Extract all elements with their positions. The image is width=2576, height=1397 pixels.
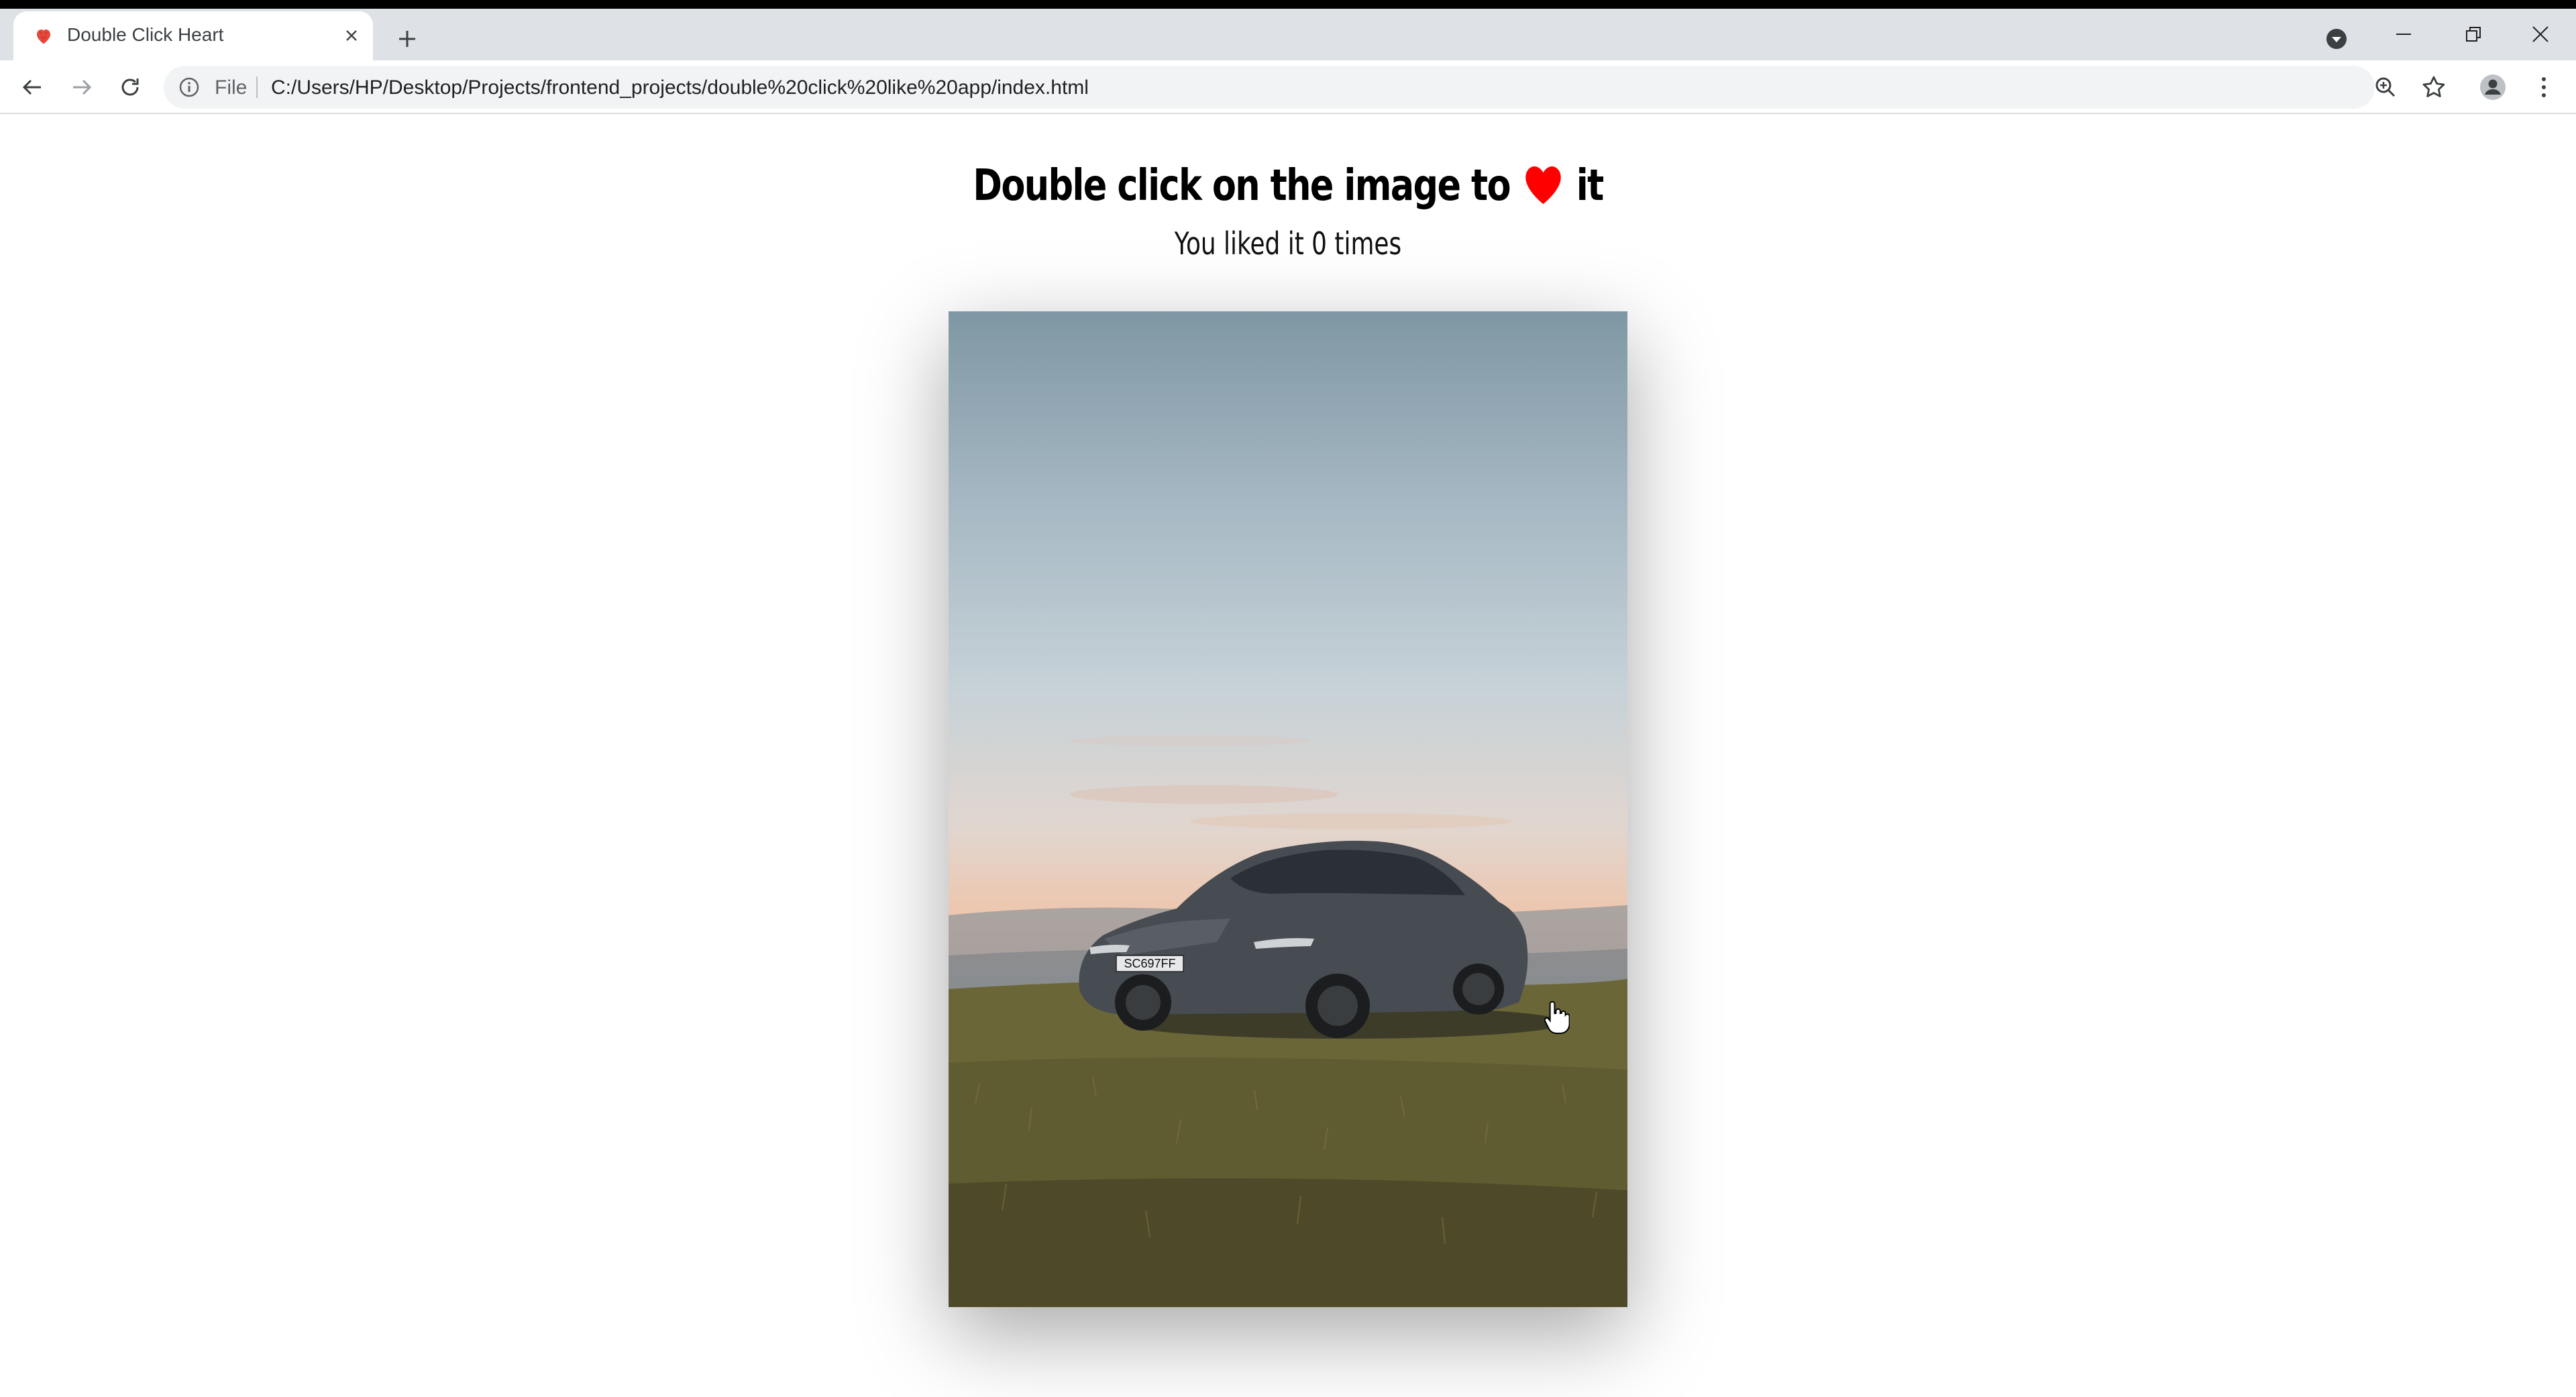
page-title: Double click on the image to it bbox=[232, 161, 2345, 216]
like-count: 0 bbox=[1311, 225, 1328, 262]
like-counter-suffix: times bbox=[1334, 225, 1402, 262]
new-tab-plus-icon[interactable] bbox=[390, 22, 424, 56]
like-counter-prefix: You liked it bbox=[1174, 225, 1304, 262]
file-scheme-label: File bbox=[215, 76, 248, 99]
forward-arrow-icon[interactable] bbox=[64, 70, 99, 105]
tab-search-icon[interactable] bbox=[2321, 23, 2352, 54]
restore-icon[interactable] bbox=[2450, 17, 2497, 52]
page-content: Double click on the image to it You like… bbox=[0, 115, 2576, 1397]
hand-cursor-icon bbox=[1543, 1000, 1570, 1035]
browser-menu-icon[interactable] bbox=[2526, 70, 2561, 105]
window-close-icon[interactable] bbox=[2517, 17, 2564, 52]
like-counter: You liked it 0 times bbox=[283, 225, 2292, 262]
active-tab[interactable]: Double Click Heart bbox=[13, 11, 373, 60]
address-bar[interactable]: File C:/Users/HP/Desktop/Projects/fronte… bbox=[164, 66, 2375, 109]
license-plate-text: SC697FF bbox=[1124, 957, 1175, 970]
tab-title: Double Click Heart bbox=[67, 24, 224, 45]
heart-favicon-icon bbox=[31, 23, 56, 49]
tab-close-icon[interactable] bbox=[338, 22, 365, 49]
profile-avatar-icon[interactable] bbox=[2475, 70, 2510, 105]
omnibox-divider bbox=[256, 76, 258, 98]
headline-text-before: Double click on the image to bbox=[973, 161, 1511, 211]
car-photo[interactable]: SC697FF bbox=[949, 311, 1627, 1307]
reload-icon[interactable] bbox=[113, 70, 148, 105]
minimize-icon[interactable] bbox=[2380, 17, 2427, 52]
site-info-icon[interactable] bbox=[177, 75, 201, 99]
heart-icon bbox=[1524, 165, 1562, 216]
url-text[interactable]: C:/Users/HP/Desktop/Projects/frontend_pr… bbox=[271, 76, 1089, 99]
tab-strip: Double Click Heart bbox=[0, 9, 2576, 60]
browser-toolbar: File C:/Users/HP/Desktop/Projects/fronte… bbox=[0, 60, 2576, 114]
back-arrow-icon[interactable] bbox=[15, 70, 50, 105]
headline-text-after: it bbox=[1576, 161, 1604, 211]
zoom-magnifier-icon[interactable] bbox=[2368, 70, 2403, 105]
bookmark-star-icon[interactable] bbox=[2416, 70, 2451, 105]
window-top-border bbox=[0, 0, 2576, 9]
car-photo-illustration: SC697FF bbox=[949, 735, 1627, 1307]
